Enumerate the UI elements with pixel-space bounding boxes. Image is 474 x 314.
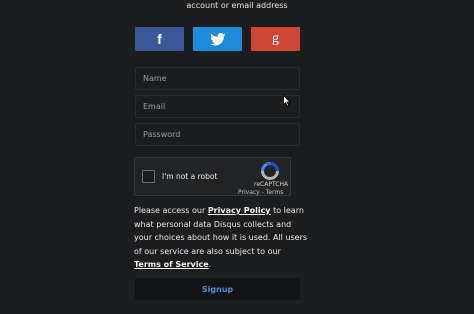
google-icon: g — [272, 31, 279, 46]
email-input[interactable] — [135, 95, 300, 118]
facebook-icon: f — [157, 31, 162, 47]
terms-of-service-link[interactable]: Terms of Service — [134, 260, 209, 269]
name-input[interactable] — [135, 67, 300, 90]
recaptcha-checkbox[interactable] — [142, 170, 155, 183]
recaptcha-brand: reCAPTCHA — [254, 181, 289, 188]
mouse-cursor-icon — [283, 92, 291, 111]
privacy-notice: Please access our Privacy Policy to lear… — [134, 204, 309, 272]
intro-text: account or email address — [186, 1, 288, 10]
privacy-policy-link[interactable]: Privacy Policy — [208, 206, 271, 215]
recaptcha-widget: I'm not a robot reCAPTCHA Privacy - Term… — [134, 157, 291, 196]
twitter-icon — [209, 32, 226, 46]
recaptcha-label: I'm not a robot — [162, 172, 218, 181]
recaptcha-terms-link[interactable]: Terms — [266, 189, 284, 196]
google-login-button[interactable]: g — [251, 27, 300, 51]
privacy-notice-text: Please access our — [134, 206, 208, 215]
signup-button[interactable]: Signup — [135, 278, 300, 300]
recaptcha-privacy-link[interactable]: Privacy — [238, 189, 260, 196]
privacy-notice-text: . — [208, 260, 212, 270]
password-input[interactable] — [135, 123, 300, 146]
facebook-login-button[interactable]: f — [135, 27, 184, 51]
recaptcha-links: Privacy - Terms — [238, 189, 283, 196]
twitter-login-button[interactable] — [193, 27, 242, 51]
